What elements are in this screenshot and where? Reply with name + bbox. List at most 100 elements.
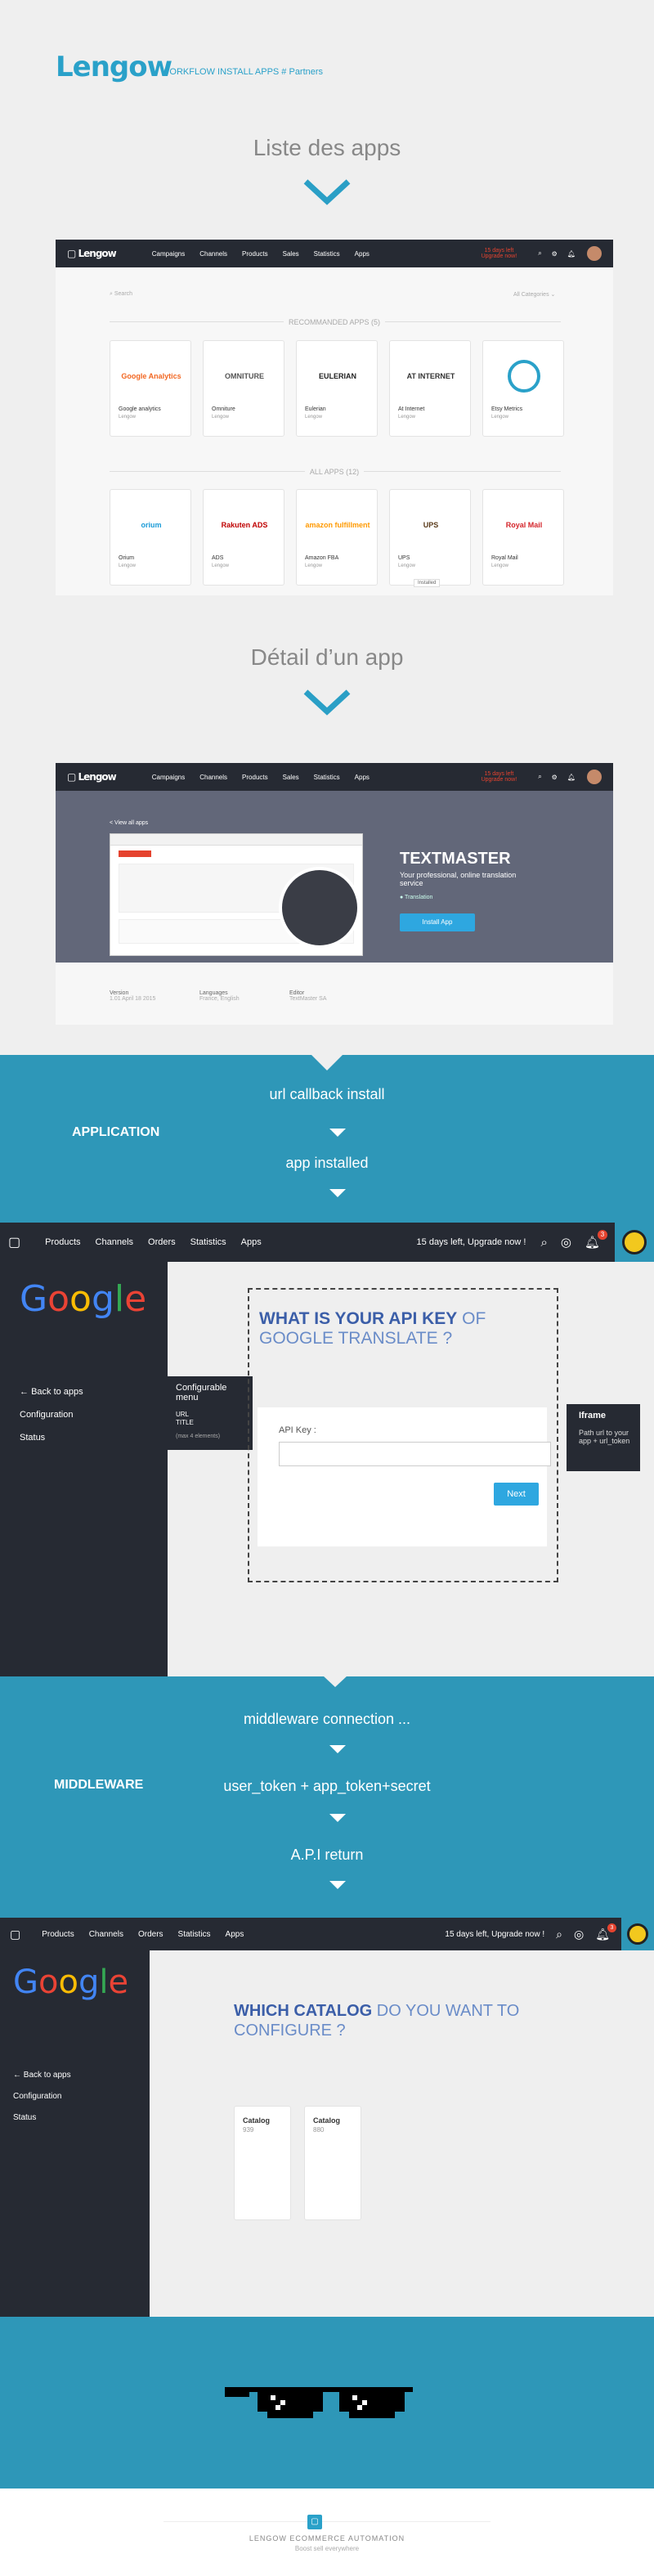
avatar[interactable] (587, 770, 602, 784)
meta-key: Editor (289, 990, 305, 996)
arrow-down-icon (329, 1881, 346, 1889)
support-icon[interactable]: ◎ (561, 1235, 571, 1250)
api-key-input[interactable] (279, 1442, 551, 1466)
nav-item[interactable]: Apps (355, 774, 370, 781)
app-card[interactable]: OMNITURE Omniture Lengow (203, 340, 284, 437)
install-app-button[interactable]: Install App (400, 913, 475, 931)
app-card[interactable]: EULERIAN Eulerian Lengow (296, 340, 378, 437)
arrow-down-icon (329, 1129, 346, 1137)
app-screenshot-preview (110, 833, 363, 956)
bell-icon[interactable]: 🔔︎ (567, 774, 576, 781)
nav-logo[interactable]: ▢ Lengow (67, 771, 117, 783)
app-home-icon[interactable]: ▢ (10, 1928, 20, 1941)
nav-item[interactable]: Channels (199, 250, 227, 258)
nav-item[interactable]: Products (45, 1237, 80, 1247)
avatar[interactable] (615, 1223, 654, 1262)
sidebar-menu: ← Back to apps Configuration Status (13, 2065, 71, 2129)
app-logo: UPS (423, 521, 439, 529)
avatar[interactable] (621, 1918, 654, 1950)
back-to-apps-link[interactable]: ← Back to apps (13, 2065, 71, 2086)
next-button[interactable]: Next (494, 1483, 539, 1506)
app-author: Lengow (491, 563, 509, 568)
search-icon[interactable]: ⌕ (556, 1928, 562, 1941)
nav-item[interactable]: Statistics (178, 1930, 211, 1939)
nav-item[interactable]: Statistics (314, 774, 340, 781)
nav-item[interactable]: Sales (283, 774, 299, 781)
app-card[interactable]: Royal Mail Royal Mail Lengow (482, 489, 564, 586)
app-logo (491, 356, 557, 397)
app-card[interactable]: UPS UPS Lengow (389, 489, 471, 586)
nav-logo[interactable]: ▢ Lengow (67, 248, 117, 259)
back-to-apps-link[interactable]: < View all apps (110, 820, 148, 826)
flow-label-application: APPLICATION (72, 1125, 160, 1139)
settings-icon[interactable]: ⚙ (552, 250, 558, 258)
trial-notice[interactable]: 15 days left, Upgrade now ! (445, 1930, 544, 1939)
app-author: Lengow (119, 415, 137, 420)
sidebar-item[interactable]: Configuration (20, 1403, 83, 1426)
search-field[interactable]: ⌕ Search (110, 291, 132, 298)
nav-item[interactable]: Channels (199, 774, 227, 781)
trial-notice[interactable]: 15 days left Upgrade now! (482, 248, 517, 259)
app-home-icon[interactable]: ▢ (8, 1234, 20, 1250)
pixel-sunglasses-icon (225, 2387, 413, 2418)
app-name: Eulerian (305, 406, 326, 412)
nav-item[interactable]: Orders (138, 1930, 164, 1939)
nav-item[interactable]: Channels (89, 1930, 123, 1939)
chevron-down-icon (303, 689, 351, 716)
app-author: Lengow (491, 415, 509, 420)
app-name: ADS (212, 555, 224, 561)
nav-item[interactable]: Apps (355, 250, 370, 258)
search-icon[interactable]: ⌕ (540, 1236, 547, 1250)
nav-item[interactable]: Apps (226, 1930, 244, 1939)
nav-item[interactable]: Campaigns (152, 250, 185, 258)
app-meta-item: Languages France, English (199, 990, 240, 1002)
settings-icon[interactable]: ⚙ (552, 774, 558, 781)
app-name: Amazon FBA (305, 555, 339, 561)
nav-item[interactable]: Products (242, 774, 268, 781)
app-logo: EULERIAN (318, 372, 356, 380)
api-key-screen: ▢ Products Channels Orders Statistics Apps 1… (0, 1223, 654, 1676)
avatar[interactable] (587, 246, 602, 261)
search-icon[interactable]: ⌕ (538, 773, 541, 781)
back-to-apps-link[interactable]: ← Back to apps (20, 1380, 83, 1403)
nav-item[interactable]: Statistics (314, 250, 340, 258)
catalog-card[interactable]: Catalog 880 (304, 2106, 361, 2220)
bell-icon[interactable]: 🔔︎ 3 (585, 1230, 607, 1250)
configurable-menu-callout: Configurable menu URL TITLE (max 4 eleme… (168, 1376, 253, 1450)
notification-badge: 3 (607, 1923, 616, 1932)
sidebar-item[interactable]: Configuration (13, 2086, 71, 2107)
sidebar-item[interactable]: Status (20, 1426, 83, 1449)
trial-notice[interactable]: 15 days left, Upgrade now ! (417, 1237, 526, 1247)
meta-key: Version (110, 990, 129, 996)
support-icon[interactable]: ◎ (574, 1928, 584, 1941)
nav-item[interactable]: Orders (148, 1237, 176, 1247)
category-filter[interactable]: All Categories ⌄ (513, 291, 555, 298)
catalog-card[interactable]: Catalog 939 (234, 2106, 291, 2220)
app-card[interactable]: amazon fulfillment Amazon FBA Lengow (296, 489, 378, 586)
api-key-heading: WHAT IS YOUR API KEY OF GOOGLE TRANSLATE… (259, 1309, 486, 1348)
nav-item[interactable]: Sales (283, 250, 299, 258)
search-icon[interactable]: ⌕ (538, 249, 541, 258)
bell-icon[interactable]: 🔔︎ 3 (595, 1923, 616, 1941)
app-name: Orium (119, 555, 135, 561)
nav-item[interactable]: Products (242, 250, 268, 258)
sidebar-item[interactable]: Status (13, 2107, 71, 2129)
nav-item[interactable]: Statistics (190, 1237, 226, 1247)
app-card[interactable]: Google Analytics Google analytics Lengow (110, 340, 191, 437)
app-tag[interactable]: ● Translation (400, 895, 432, 900)
nav-item[interactable]: Campaigns (152, 774, 185, 781)
top-nav-bar: ▢ Lengow Campaigns Channels Products Sales S… (56, 240, 613, 267)
app-card[interactable]: AT INTERNET At Internet Lengow (389, 340, 471, 437)
trial-notice[interactable]: 15 days left Upgrade now! (482, 771, 517, 783)
bell-icon[interactable]: 🔔︎ (567, 250, 576, 258)
nav-item[interactable]: Products (42, 1930, 74, 1939)
nav-item[interactable]: Apps (241, 1237, 262, 1247)
app-card[interactable]: orium Orium Lengow (110, 489, 191, 586)
app-card[interactable]: Rakuten ADS ADS Lengow (203, 489, 284, 586)
final-band (0, 2317, 654, 2488)
app-card[interactable]: Etsy Metrics Lengow (482, 340, 564, 437)
app-name: UPS (398, 555, 410, 561)
nav-item[interactable]: Channels (96, 1237, 133, 1247)
sidebar-menu: ← Back to apps Configuration Status (20, 1380, 83, 1449)
sidebar: Google ← Back to apps Configuration Status (0, 1262, 168, 1676)
